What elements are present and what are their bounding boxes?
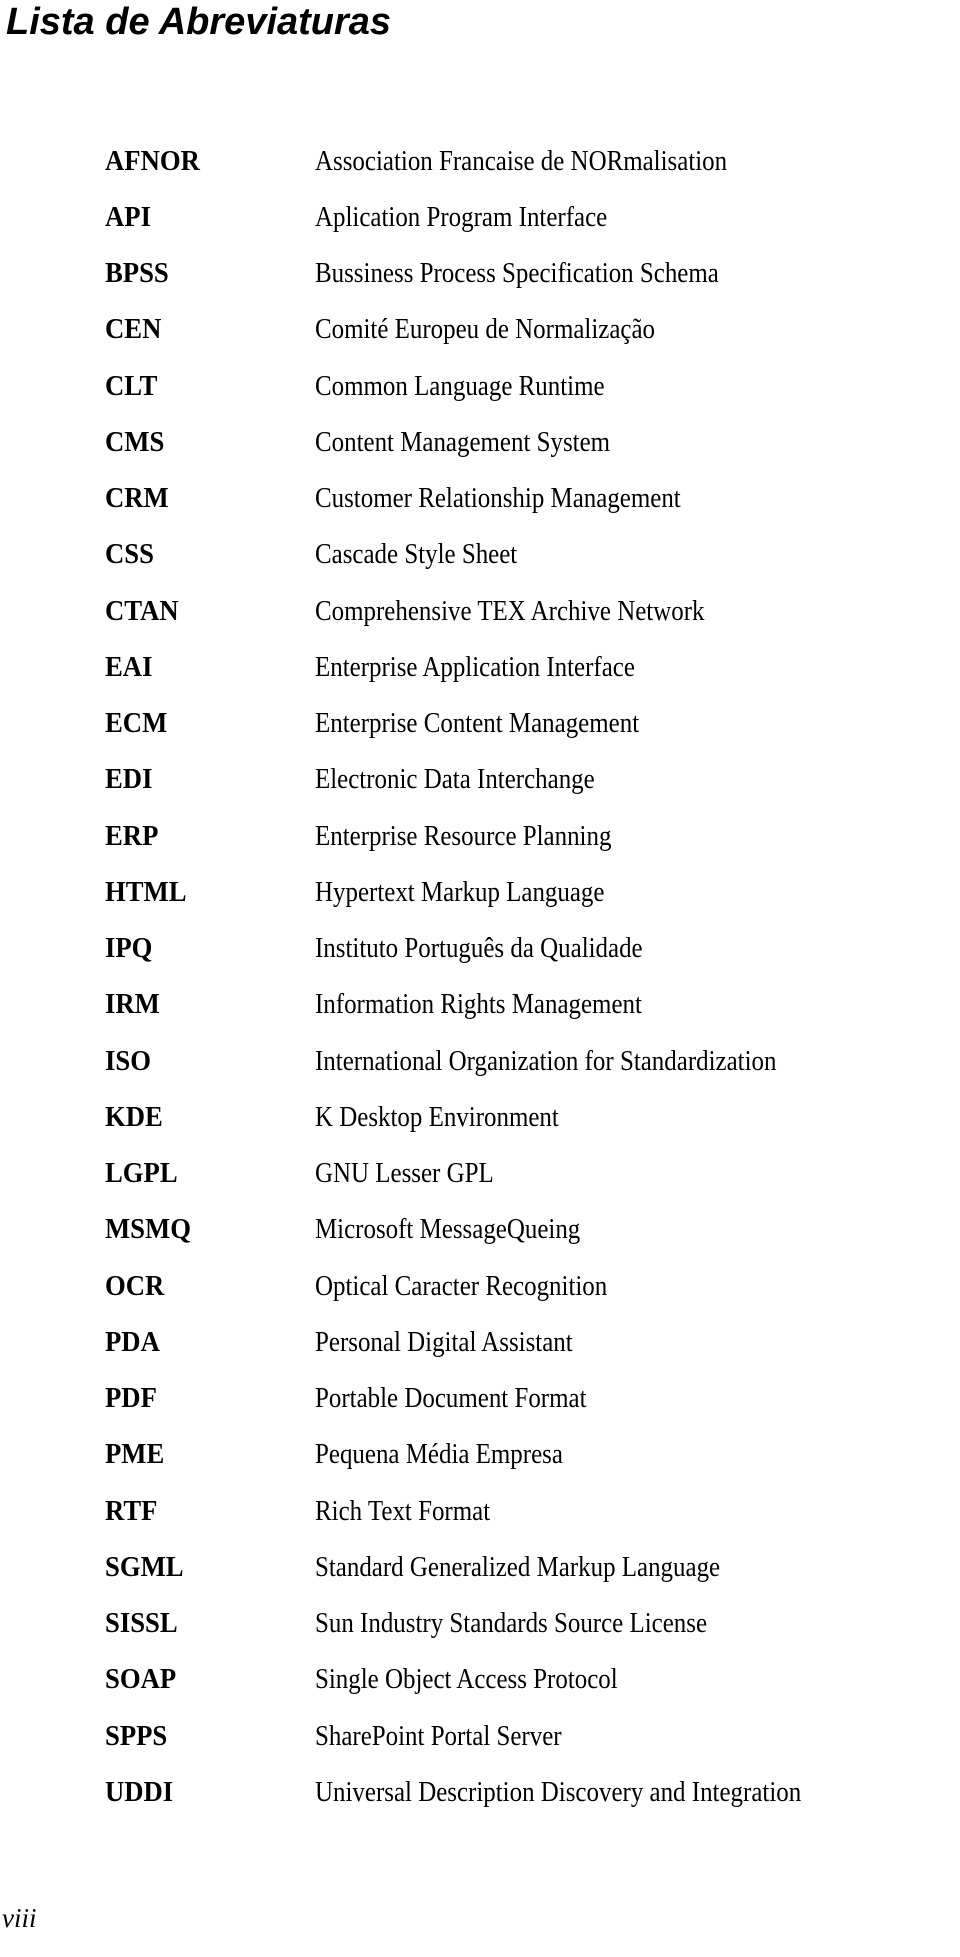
abbreviation-description: Hypertext Markup Language bbox=[315, 875, 605, 908]
abbreviation-description: Enterprise Application Interface bbox=[315, 650, 635, 683]
abbreviation-term: PDF bbox=[105, 1382, 157, 1415]
abbreviation-row: SISSL Sun Industry Standards Source Licen… bbox=[105, 1596, 955, 1652]
abbreviation-description: Electronic Data Interchange bbox=[315, 763, 595, 796]
abbreviation-description: Bussiness Process Specification Schema bbox=[315, 257, 719, 290]
abbreviation-description: Aplication Program Interface bbox=[315, 200, 608, 233]
abbreviation-term: SPPS bbox=[105, 1719, 168, 1752]
abbreviation-row: CSS Cascade Style Sheet bbox=[105, 527, 955, 583]
abbreviation-row: IRM Information Rights Management bbox=[105, 977, 955, 1033]
abbreviation-term: EDI bbox=[105, 763, 153, 796]
abbreviation-term: CSS bbox=[105, 538, 154, 571]
abbreviation-description: SharePoint Portal Server bbox=[315, 1719, 562, 1752]
abbreviation-term: IPQ bbox=[105, 932, 153, 965]
abbreviation-description: Rich Text Format bbox=[315, 1494, 491, 1527]
abbreviation-term: AFNOR bbox=[105, 144, 200, 177]
abbreviation-term: ERP bbox=[105, 819, 159, 852]
abbreviation-description: Customer Relationship Management bbox=[315, 482, 681, 515]
abbreviation-description: Association Francaise de NORmalisation bbox=[315, 144, 728, 177]
abbreviation-row: SGML Standard Generalized Markup Language bbox=[105, 1539, 955, 1595]
abbreviation-row: API Aplication Program Interface bbox=[105, 189, 955, 245]
abbreviation-term: KDE bbox=[105, 1100, 163, 1133]
abbreviation-term: SOAP bbox=[105, 1663, 177, 1696]
abbreviation-row: HTML Hypertext Markup Language bbox=[105, 864, 955, 920]
abbreviation-row: EDI Electronic Data Interchange bbox=[105, 752, 955, 808]
abbreviation-row: ISO International Organization for Standa… bbox=[105, 1033, 955, 1089]
abbreviation-term: PDA bbox=[105, 1325, 160, 1358]
abbreviation-row: KDE K Desktop Environment bbox=[105, 1089, 955, 1145]
abbreviation-row: CEN Comité Europeu de Normalização bbox=[105, 302, 955, 358]
abbreviation-row: BPSS Bussiness Process Specification Sche… bbox=[105, 246, 955, 302]
abbreviation-description: Information Rights Management bbox=[315, 988, 642, 1021]
abbreviation-row: CMS Content Management System bbox=[105, 414, 955, 470]
abbreviation-description: Microsoft MessageQueing bbox=[315, 1213, 581, 1246]
abbreviation-description: K Desktop Environment bbox=[315, 1100, 559, 1133]
abbreviation-description: Common Language Runtime bbox=[315, 369, 605, 402]
abbreviation-term: CEN bbox=[105, 313, 162, 346]
page-title: Lista de Abreviaturas bbox=[6, 1, 392, 43]
abbreviation-term: UDDI bbox=[105, 1775, 174, 1808]
abbreviation-term: ECM bbox=[105, 707, 168, 740]
abbreviation-row: AFNOR Association Francaise de NORmalisat… bbox=[105, 133, 955, 189]
abbreviation-description: Single Object Access Protocol bbox=[315, 1663, 618, 1696]
abbreviation-row: PDF Portable Document Format bbox=[105, 1371, 955, 1427]
abbreviation-description: GNU Lesser GPL bbox=[315, 1157, 494, 1190]
abbreviation-term: SISSL bbox=[105, 1607, 178, 1640]
abbreviation-row: RTF Rich Text Format bbox=[105, 1483, 955, 1539]
abbreviation-row: OCR Optical Caracter Recognition bbox=[105, 1258, 955, 1314]
abbreviation-term: SGML bbox=[105, 1550, 184, 1583]
abbreviation-term: OCR bbox=[105, 1269, 165, 1302]
abbreviation-row: PDA Personal Digital Assistant bbox=[105, 1314, 955, 1370]
page-number: viii bbox=[2, 1903, 37, 1933]
abbreviation-description: Enterprise Content Management bbox=[315, 707, 640, 740]
abbreviation-term: LGPL bbox=[105, 1157, 178, 1190]
abbreviation-description: Pequena Média Empresa bbox=[315, 1438, 563, 1471]
abbreviation-row: ECM Enterprise Content Management bbox=[105, 696, 955, 752]
abbreviation-description: Universal Description Discovery and Inte… bbox=[315, 1775, 802, 1808]
abbreviation-description: Comprehensive TEX Archive Network bbox=[315, 594, 705, 627]
abbreviation-description: Instituto Português da Qualidade bbox=[315, 932, 643, 965]
abbreviation-row: EAI Enterprise Application Interface bbox=[105, 639, 955, 695]
abbreviation-term: PME bbox=[105, 1438, 165, 1471]
abbreviation-description: Personal Digital Assistant bbox=[315, 1325, 573, 1358]
abbreviation-description: Sun Industry Standards Source License bbox=[315, 1607, 708, 1640]
abbreviation-row: CRM Customer Relationship Management bbox=[105, 471, 955, 527]
abbreviation-row: ERP Enterprise Resource Planning bbox=[105, 808, 955, 864]
abbreviation-term: API bbox=[105, 200, 151, 233]
abbreviation-description: Enterprise Resource Planning bbox=[315, 819, 612, 852]
abbreviation-term: EAI bbox=[105, 650, 153, 683]
abbreviation-term: CTAN bbox=[105, 594, 179, 627]
abbreviation-term: RTF bbox=[105, 1494, 158, 1527]
abbreviation-term: IRM bbox=[105, 988, 160, 1021]
abbreviation-term: ISO bbox=[105, 1044, 151, 1077]
abbreviation-description: Comité Europeu de Normalização bbox=[315, 313, 656, 346]
abbreviation-row: CLT Common Language Runtime bbox=[105, 358, 955, 414]
abbreviation-term: MSMQ bbox=[105, 1213, 191, 1246]
abbreviation-description: Cascade Style Sheet bbox=[315, 538, 518, 571]
abbreviation-term: CLT bbox=[105, 369, 158, 402]
abbreviation-description: International Organization for Standardi… bbox=[315, 1044, 777, 1077]
abbreviation-term: BPSS bbox=[105, 257, 169, 290]
abbreviation-row: SOAP Single Object Access Protocol bbox=[105, 1652, 955, 1708]
abbreviation-row: IPQ Instituto Português da Qualidade bbox=[105, 921, 955, 977]
abbreviation-term: CRM bbox=[105, 482, 169, 515]
abbreviation-description: Portable Document Format bbox=[315, 1382, 587, 1415]
abbreviation-row: MSMQ Microsoft MessageQueing bbox=[105, 1202, 955, 1258]
abbreviation-description: Standard Generalized Markup Language bbox=[315, 1550, 721, 1583]
abbreviation-description: Optical Caracter Recognition bbox=[315, 1269, 608, 1302]
abbreviation-row: SPPS SharePoint Portal Server bbox=[105, 1708, 955, 1764]
abbreviation-term: CMS bbox=[105, 425, 165, 458]
abbreviation-row: UDDI Universal Description Discovery and … bbox=[105, 1764, 955, 1820]
abbreviation-description: Content Management System bbox=[315, 425, 611, 458]
abbreviation-term: HTML bbox=[105, 875, 187, 908]
abbreviation-list: AFNOR Association Francaise de NORmalisat… bbox=[105, 133, 955, 1821]
abbreviation-row: LGPL GNU Lesser GPL bbox=[105, 1146, 955, 1202]
abbreviation-row: CTAN Comprehensive TEX Archive Network bbox=[105, 583, 955, 639]
abbreviation-row: PME Pequena Média Empresa bbox=[105, 1427, 955, 1483]
